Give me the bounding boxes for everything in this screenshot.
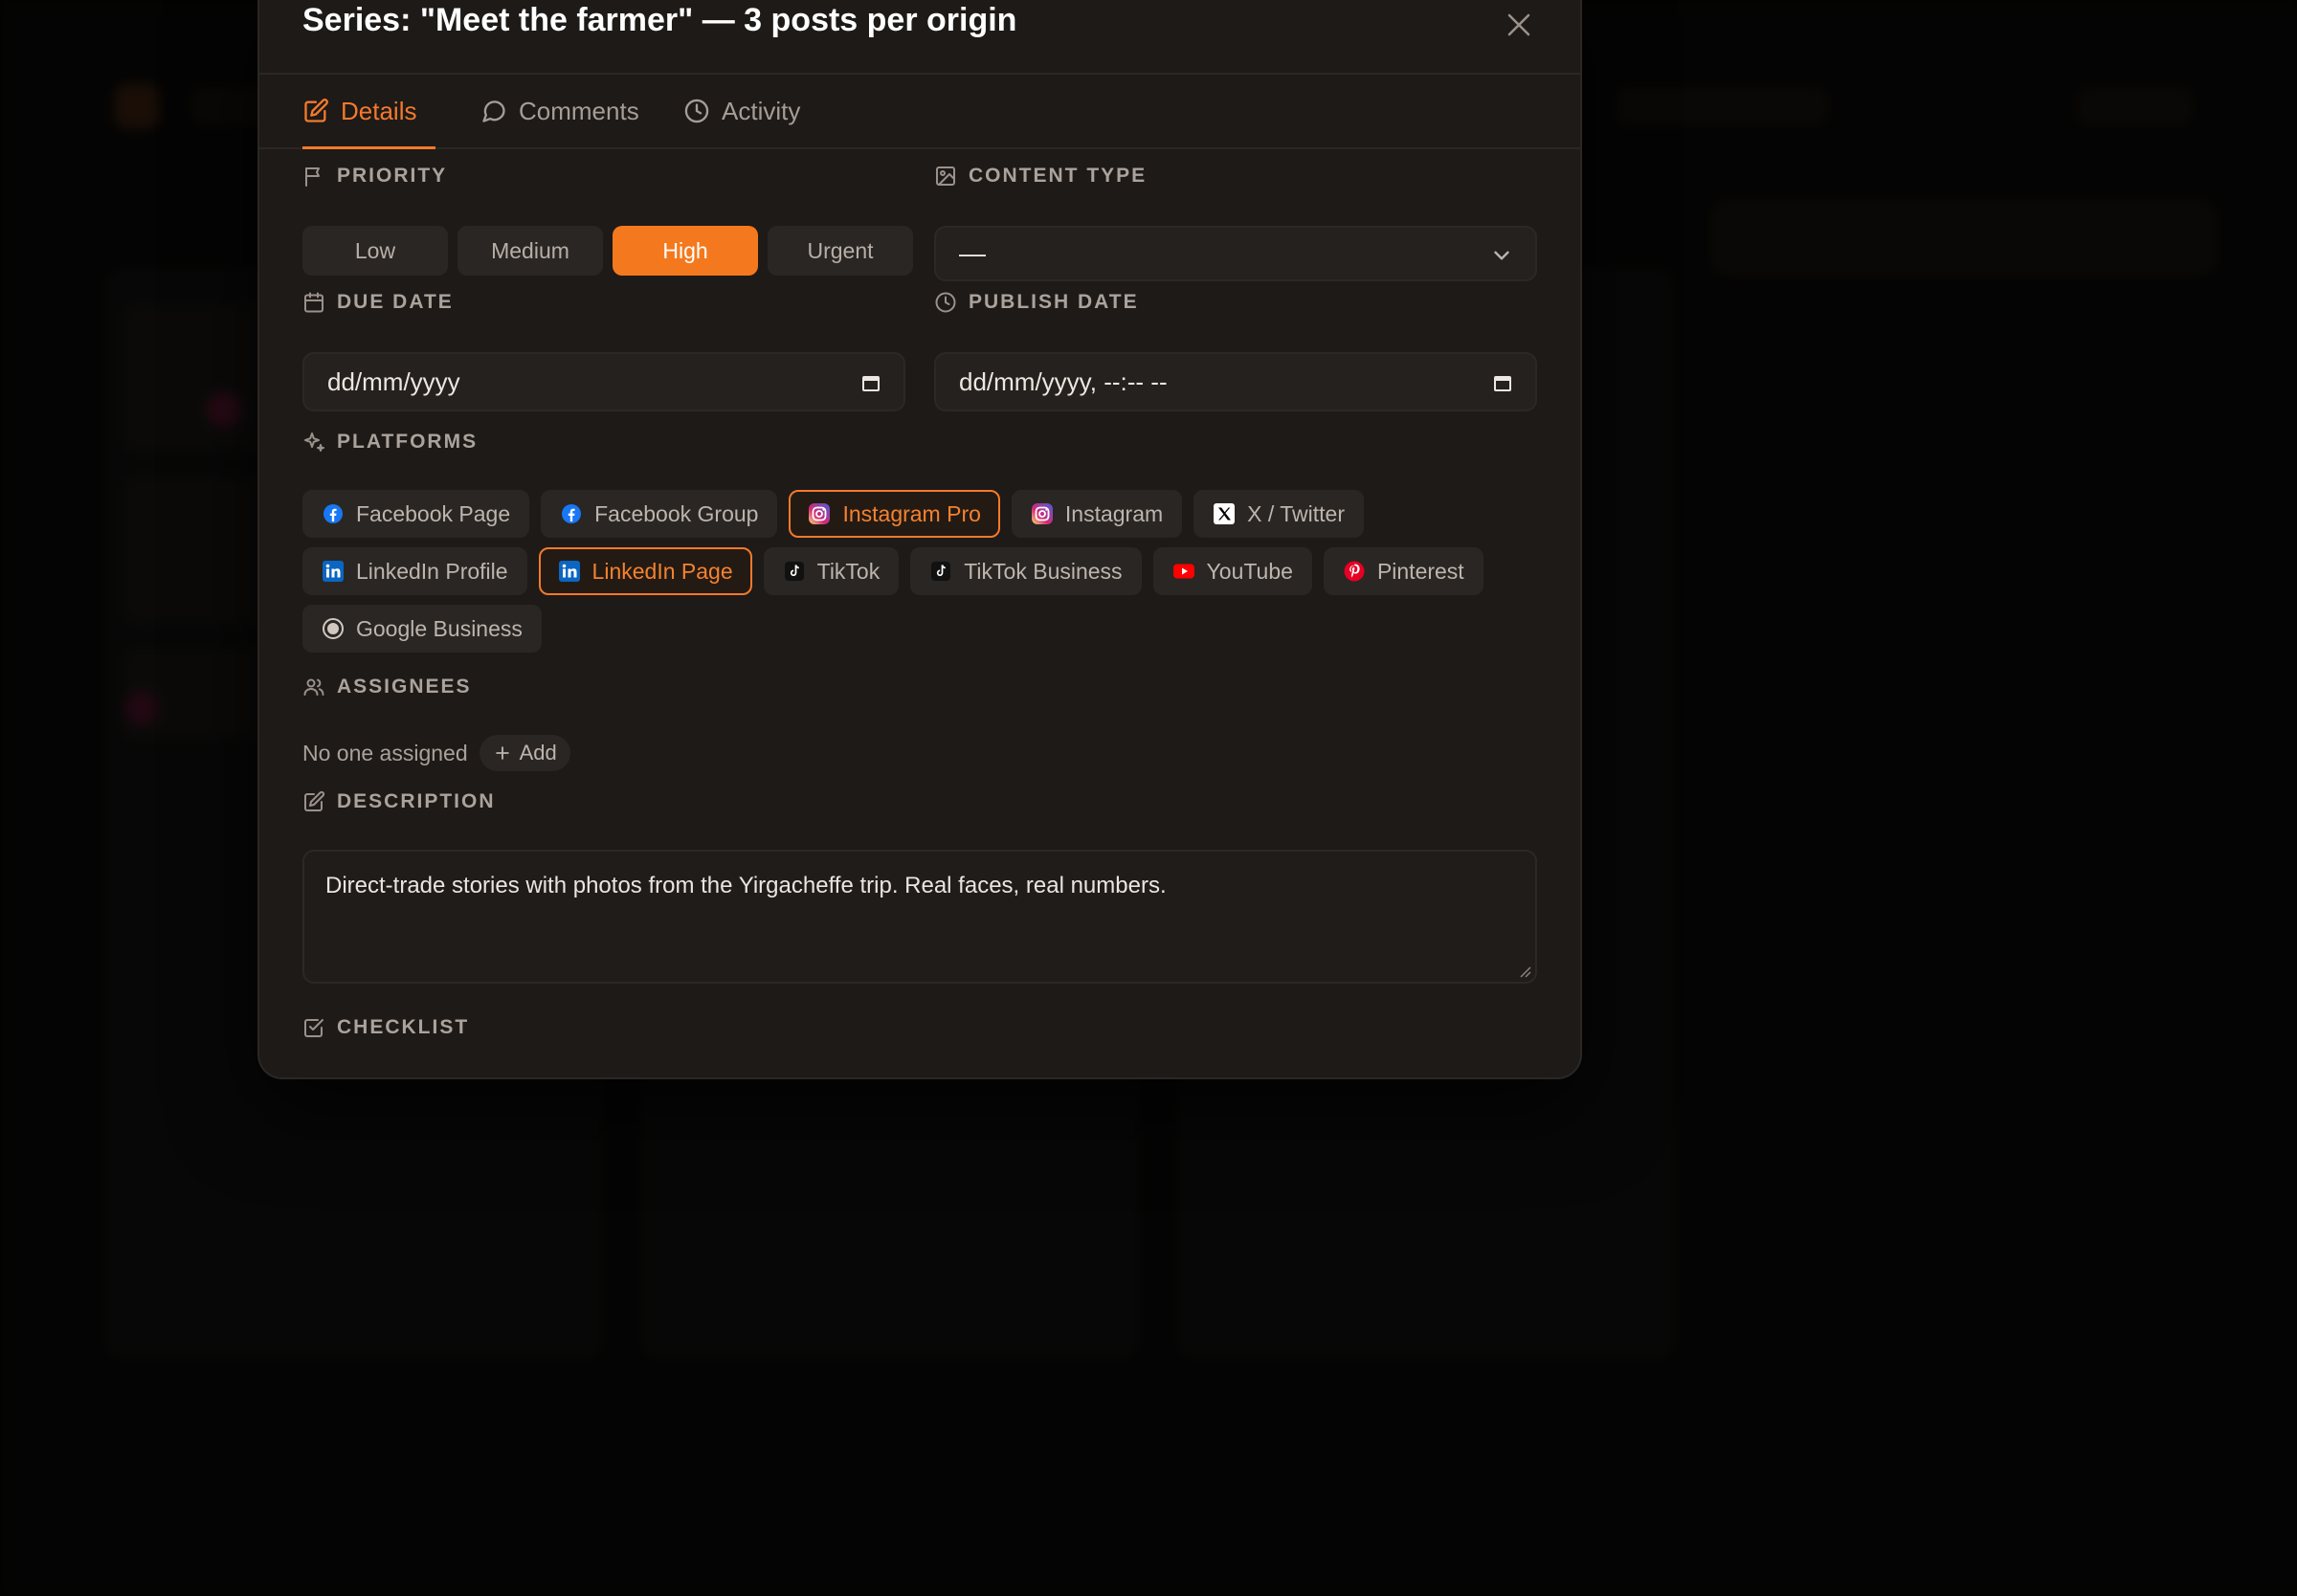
platform-linkedin-profile[interactable]: LinkedIn Profile xyxy=(302,547,527,595)
checkbox-icon xyxy=(304,1019,323,1037)
platform-google-business[interactable]: Google Business xyxy=(302,605,542,653)
edit-icon xyxy=(304,790,325,811)
tab-bar: Details Comments Activity xyxy=(259,73,1580,149)
task-modal: Series: "Meet the farmer" — 3 posts per … xyxy=(257,0,1582,1079)
description-label: DESCRIPTION xyxy=(302,790,496,813)
chevron-down-icon xyxy=(1494,251,1509,260)
platform-youtube[interactable]: YouTube xyxy=(1152,547,1312,595)
assignees-row: No one assigned Add xyxy=(302,735,570,771)
publish-date-placeholder: dd/mm/yyyy, --:-- -- xyxy=(959,366,1168,396)
platform-tiktok[interactable]: TikTok xyxy=(763,547,900,595)
due-date-placeholder: dd/mm/yyyy xyxy=(327,366,460,396)
youtube-icon xyxy=(1172,560,1195,583)
calendar-icon xyxy=(304,292,323,313)
platform-facebook-page[interactable]: Facebook Page xyxy=(302,490,530,538)
facebook-icon xyxy=(560,502,583,525)
users-icon xyxy=(303,678,324,696)
description-textarea[interactable]: Direct-trade stories with photos from th… xyxy=(302,850,1537,984)
no-assignees-text: No one assigned xyxy=(302,740,468,765)
due-date-input[interactable]: dd/mm/yyyy xyxy=(302,352,905,411)
publish-date-input[interactable]: dd/mm/yyyy, --:-- -- xyxy=(934,352,1537,411)
image-icon xyxy=(936,166,955,186)
sparkle-icon xyxy=(304,432,324,452)
priority-label: PRIORITY xyxy=(302,165,447,188)
assignees-label: ASSIGNEES xyxy=(302,676,472,698)
platform-tiktok-business[interactable]: TikTok Business xyxy=(910,547,1142,595)
x-icon xyxy=(1213,502,1236,525)
linkedin-icon xyxy=(322,560,345,583)
clock-icon xyxy=(935,292,956,313)
tab-comments[interactable]: Comments xyxy=(480,75,639,147)
tab-label: Activity xyxy=(722,96,801,125)
instagram-icon xyxy=(808,502,831,525)
platform-facebook-group[interactable]: Facebook Group xyxy=(541,490,778,538)
priority-high-button[interactable]: High xyxy=(613,226,758,276)
platform-instagram-pro[interactable]: Instagram Pro xyxy=(789,490,1000,538)
close-button[interactable] xyxy=(1494,0,1544,50)
content-type-label: CONTENT TYPE xyxy=(934,165,1147,188)
content-type-value: — xyxy=(959,238,986,268)
tab-activity[interactable]: Activity xyxy=(683,75,800,147)
tiktok-icon xyxy=(929,560,952,583)
due-date-label: DUE DATE xyxy=(302,291,454,314)
close-icon xyxy=(1507,13,1530,36)
priority-medium-button[interactable]: Medium xyxy=(457,226,603,276)
modal-title: Series: "Meet the farmer" — 3 posts per … xyxy=(302,2,1017,38)
instagram-icon xyxy=(1031,502,1054,525)
priority-low-button[interactable]: Low xyxy=(302,226,448,276)
platform-linkedin-page[interactable]: LinkedIn Page xyxy=(538,547,752,595)
flag-icon xyxy=(305,167,320,187)
tab-label: Comments xyxy=(519,96,639,125)
calendar-picker-icon[interactable] xyxy=(1493,373,1512,392)
platforms-label: PLATFORMS xyxy=(302,431,478,454)
tiktok-icon xyxy=(783,560,806,583)
content-type-select[interactable]: — xyxy=(934,226,1537,281)
platform-pinterest[interactable]: Pinterest xyxy=(1323,547,1483,595)
pinterest-icon xyxy=(1343,560,1366,583)
linkedin-icon xyxy=(558,560,581,583)
platform-x-twitter[interactable]: X / Twitter xyxy=(1193,490,1364,538)
tab-details[interactable]: Details xyxy=(302,75,436,149)
add-assignee-button[interactable]: Add xyxy=(479,735,570,771)
checklist-label: CHECKLIST xyxy=(302,1016,469,1039)
calendar-picker-icon[interactable] xyxy=(861,373,881,392)
plus-icon xyxy=(495,746,509,760)
priority-selector: Low Medium High Urgent xyxy=(302,226,913,276)
google-business-icon xyxy=(322,617,345,640)
platform-instagram[interactable]: Instagram xyxy=(1011,490,1183,538)
platform-selector: Facebook Page Facebook Group Instagram P… xyxy=(302,490,1537,662)
resize-handle-icon[interactable] xyxy=(1518,964,1531,978)
facebook-icon xyxy=(322,502,345,525)
publish-date-label: PUBLISH DATE xyxy=(934,291,1139,314)
priority-urgent-button[interactable]: Urgent xyxy=(768,226,913,276)
tab-label: Details xyxy=(341,96,417,125)
clock-icon xyxy=(684,99,709,123)
edit-icon xyxy=(304,99,328,122)
chat-bubble-icon xyxy=(482,100,505,122)
description-text: Direct-trade stories with photos from th… xyxy=(325,873,1167,898)
